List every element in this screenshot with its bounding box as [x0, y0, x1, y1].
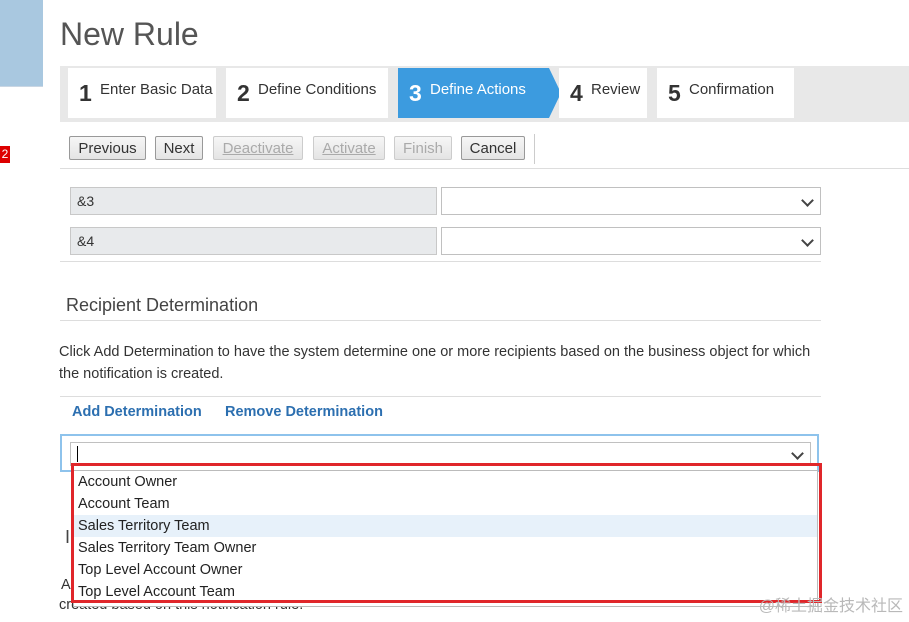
wizard-steps: 1 Enter Basic Data 2 Define Conditions 3… — [60, 66, 909, 122]
step-label: Confirmation — [689, 81, 775, 98]
edge-marker: 2 — [0, 146, 10, 163]
section-description: Click Add Determination to have the syst… — [59, 344, 811, 382]
background-panel — [0, 0, 43, 86]
placeholder-row: &4 — [70, 227, 821, 255]
section-title: Recipient Determination — [66, 295, 259, 315]
step-number: 1 — [79, 80, 92, 106]
step-confirmation[interactable]: 5 Confirmation — [657, 68, 794, 118]
divider — [60, 396, 821, 397]
divider — [60, 261, 821, 262]
placeholder-label: &3 — [70, 187, 437, 215]
obscured-heading: I — [65, 527, 71, 547]
step-label: Define Conditions — [258, 81, 377, 98]
rule-editor: New Rule 1 Enter Basic Data 2 Define Con… — [43, 0, 909, 622]
toolbar-divider — [534, 134, 535, 164]
step-define-conditions[interactable]: 2 Define Conditions — [226, 68, 398, 118]
page-title: New Rule — [60, 16, 199, 52]
chevron-down-icon — [791, 447, 804, 460]
step-number: 5 — [668, 80, 681, 106]
finish-button: Finish — [394, 136, 452, 160]
step-number: 4 — [570, 80, 583, 106]
activate-button: Activate — [313, 136, 385, 160]
step-label: Define Actions — [430, 81, 526, 98]
step-number: 2 — [237, 80, 250, 106]
step-label: Review — [591, 81, 641, 98]
obscured-text: A — [61, 577, 71, 593]
action-toolbar: Previous Next Deactivate Activate Finish… — [60, 130, 909, 169]
next-button[interactable]: Next — [155, 136, 203, 160]
text-caret — [77, 446, 78, 462]
placeholder-select[interactable] — [441, 227, 821, 255]
cancel-button[interactable]: Cancel — [461, 136, 525, 160]
chevron-down-icon — [801, 194, 814, 207]
placeholder-row: &3 — [70, 187, 821, 215]
background-divider — [0, 86, 43, 87]
step-define-actions[interactable]: 3 Define Actions — [398, 68, 561, 118]
previous-button[interactable]: Previous — [69, 136, 146, 160]
add-determination-link[interactable]: Add Determination — [72, 404, 202, 420]
chevron-down-icon — [801, 234, 814, 247]
remove-determination-link[interactable]: Remove Determination — [225, 404, 383, 420]
step-label: Enter Basic Data — [100, 81, 213, 98]
deactivate-button: Deactivate — [213, 136, 303, 160]
step-enter-basic-data[interactable]: 1 Enter Basic Data — [68, 68, 226, 118]
step-review[interactable]: 4 Review — [559, 68, 657, 118]
divider — [60, 320, 821, 321]
highlight-box — [71, 463, 822, 603]
watermark: @稀土掘金技术社区 — [758, 598, 903, 615]
placeholder-label: &4 — [70, 227, 437, 255]
placeholder-select[interactable] — [441, 187, 821, 215]
step-number: 3 — [409, 80, 422, 106]
